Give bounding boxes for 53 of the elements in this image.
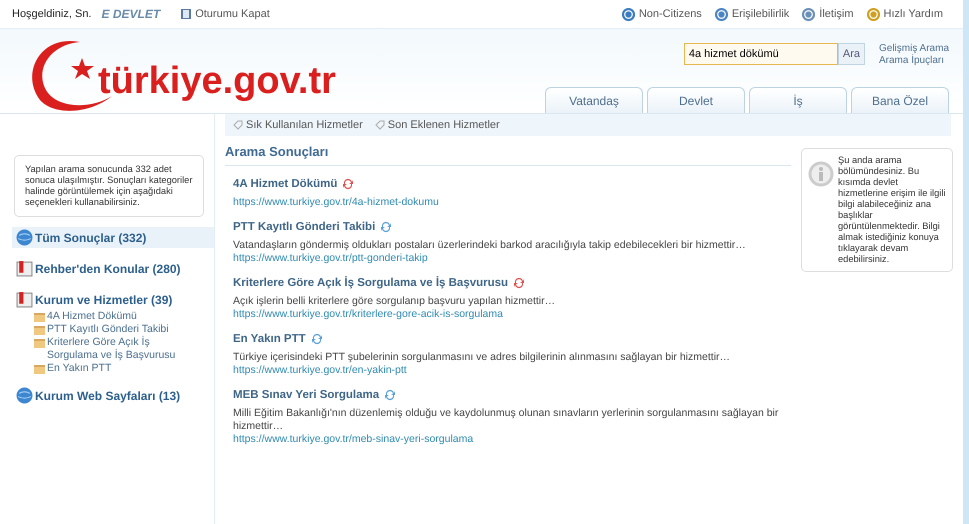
category-subitem[interactable]: 4A Hizmet Dökümü [34,310,194,323]
result-description: Türkiye içerisindeki PTT şubelerinin sorgulanmasını ve adres bilgilerinin alınmasını sağlayan bir hizmettir… [233,351,732,364]
result-url[interactable]: https://www.turkiye.gov.tr/4a-hizmet-dokumu [233,196,791,209]
search-field[interactable]: 4a hizmet dökümü [684,43,838,65]
result-title[interactable]: Kriterlere Göre Açık İş Sorgulama ve İş Başvurusu [233,277,508,289]
search-button[interactable]: Ara [838,43,865,65]
book-icon [180,8,192,20]
folder-icon [34,364,45,374]
result-description: Milli Eğitim Bakanlığı'nın düzenlemiş olduğu ve kaydolunmuş olunan sınavların yerlerinin sorgulanmasını sağlayan bir hizmettir… [233,407,780,433]
top-link[interactable]: İletişim [801,6,854,22]
info-icon [808,161,834,187]
category-subitem[interactable]: Kriterlere Göre Açık İş Sorgulama ve İş Başvurusu [34,336,194,362]
result-url[interactable]: https://www.turkiye.gov.tr/meb-sinav-yeri-sorgulama [233,433,791,446]
subnav-link[interactable]: Son Eklenen Hizmetler [374,119,500,131]
search-link[interactable]: Arama İpuçları [878,55,949,67]
book-icon [16,260,33,277]
result-url[interactable]: https://www.turkiye.gov.tr/en-yakin-ptt [233,364,791,377]
result-title[interactable]: En Yakın PTT [233,333,306,345]
category-item[interactable]: Kurum Web Sayfaları (13) [12,385,214,406]
result-title[interactable]: PTT Kayıtlı Gönderi Takibi [233,221,376,233]
search-summary-note: Yapılan arama sonucunda 332 adet sonuca ulaşılmıştır. Sonuçları kategoriler halinde görüntülemek için aşağıdaki seçenekleri kullanabilirsiniz. [14,155,204,217]
result-title[interactable]: 4A Hizmet Dökümü [233,178,338,190]
result-description: Açık işlerin belli kriterlere göre sorgulanıp başvuru yapılan hizmettir… [233,295,556,308]
category-subitem[interactable]: PTT Kayıtlı Gönderi Takibi [34,323,194,336]
category-item[interactable]: Tüm Sonuçlar (332) [12,227,214,248]
folder-icon [34,338,45,348]
logout-link[interactable]: Oturumu Kapat [180,8,270,20]
brand-text: E DEVLET [102,7,160,21]
search-link[interactable]: Gelişmiş Arama [878,43,949,55]
category-subitem[interactable]: En Yakın PTT [34,362,194,375]
site-logo[interactable]: türkiye.gov.tr [0,35,336,113]
category-item[interactable]: Rehber'den Konular (280) [12,258,214,279]
top-link[interactable]: Non-Citizens [620,6,702,22]
nav-tab[interactable]: İş [749,87,847,113]
nav-tab[interactable]: Devlet [647,87,745,113]
book-icon [16,291,33,308]
info-text: Şu anda arama bölümündesiniz. Bu kısımda devlet hizmetlerine erişim ile ilgili bilgi alabileceğiniz ana başlıklar görüntülenmektedir. Bilgi almak istediğiniz konuya tıklayarak devam edebilirsiniz. [838,155,946,265]
folder-icon [34,312,45,322]
subnav-link[interactable]: Sık Kullanılan Hizmetler [233,119,363,131]
category-item[interactable]: Kurum ve Hizmetler (39) [12,289,214,310]
result-description: Vatandaşların göndermiş oldukları postaları üzerlerindeki barkod aracılığıyla takip edebilecekleri bir hizmettir… [233,239,747,252]
top-link[interactable]: Hızlı Yardım [866,6,943,22]
tag-icon [374,120,385,130]
result-url[interactable]: https://www.turkiye.gov.tr/ptt-gonderi-takip [233,252,791,265]
tag-icon [233,120,243,130]
greeting-text: Hoşgeldiniz, Sn. [12,8,92,20]
results-heading: Arama Sonuçları [225,136,791,166]
nav-tab[interactable]: Vatandaş [545,87,643,113]
result-url[interactable]: https://www.turkiye.gov.tr/kriterlere-gore-acik-is-sorgulama [233,308,791,321]
result-title[interactable]: MEB Sınav Yeri Sorgulama [233,389,380,401]
top-link[interactable]: Erişilebilirlik [714,6,790,22]
folder-icon [34,325,45,335]
nav-tab[interactable]: Bana Özel [851,87,949,113]
